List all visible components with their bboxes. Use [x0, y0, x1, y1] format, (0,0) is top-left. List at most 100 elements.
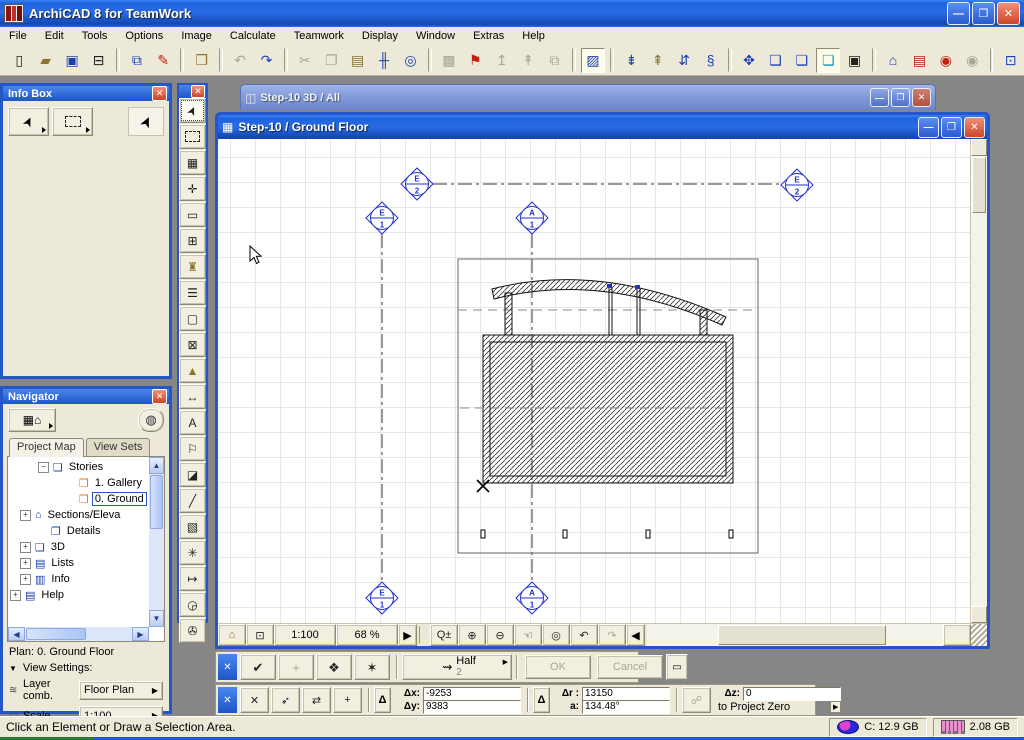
wall-tool[interactable]: ▦: [179, 150, 206, 175]
home-story-icon[interactable]: ⌂: [881, 48, 905, 73]
slab-tool[interactable]: ▢: [179, 306, 206, 331]
fill-tool[interactable]: ◪: [179, 462, 206, 487]
zoom-level-button[interactable]: Q±: [430, 624, 458, 646]
menu-item[interactable]: Help: [513, 29, 554, 43]
window-step10-3d[interactable]: ◫ Step-10 3D / All — ❐ ✕: [240, 84, 936, 110]
orbit-icon[interactable]: ✥: [737, 48, 761, 73]
menu-item[interactable]: File: [0, 29, 36, 43]
tree-vertical-scrollbar[interactable]: ▲ ▼: [149, 457, 164, 627]
menu-item[interactable]: Tools: [73, 29, 117, 43]
zoom-value-button[interactable]: 68 %: [336, 624, 398, 646]
globe-icon[interactable]: ◍: [138, 408, 164, 432]
copy-view-icon[interactable]: ❏: [763, 48, 787, 73]
toolbar-icon[interactable]: [427, 48, 432, 72]
expand-arrow-icon[interactable]: ▶: [830, 700, 842, 713]
photo-icon[interactable]: ▣: [842, 48, 866, 73]
undo-icon[interactable]: ↶: [228, 48, 252, 73]
marquee-mode-button[interactable]: [52, 107, 93, 136]
copy-icon[interactable]: ❐: [319, 48, 343, 73]
transfer-params-icon[interactable]: ↟: [516, 48, 540, 73]
redo-icon[interactable]: ↷: [254, 48, 278, 73]
grid-marker-A1[interactable]: A1: [515, 201, 549, 235]
scroll-down-button[interactable]: ▼: [149, 610, 164, 627]
menu-item[interactable]: Window: [407, 29, 464, 43]
previous-zoom-button[interactable]: ↶: [570, 624, 598, 646]
toolbar-icon[interactable]: [989, 48, 994, 72]
cancel-button[interactable]: Cancel: [597, 655, 663, 679]
collapse-triangle-icon[interactable]: ▼: [9, 664, 17, 673]
tree-item-info[interactable]: + ▥ Info: [8, 571, 149, 587]
tree-expander[interactable]: +: [10, 589, 21, 601]
ok-button[interactable]: OK: [525, 655, 591, 679]
scroll-left-button[interactable]: ◀: [626, 624, 645, 646]
grid-marker-E2[interactable]: E2: [400, 167, 434, 201]
origin-button[interactable]: ✕: [240, 687, 269, 713]
pan-button[interactable]: ☜: [514, 624, 542, 646]
zoom-decrease-icon[interactable]: ◉: [960, 48, 984, 73]
toolbar-icon[interactable]: [115, 48, 120, 72]
document-titlebar[interactable]: ▦ Step-10 / Ground Floor — ❐ ✕: [218, 115, 987, 139]
clean-wall-intersections-icon[interactable]: ▨: [580, 47, 606, 73]
close-button[interactable]: ✕: [912, 88, 931, 107]
paste-icon[interactable]: ▤: [345, 48, 369, 73]
tree-item-stories[interactable]: − ❏ Stories: [8, 459, 149, 475]
scroll-down-button[interactable]: [971, 606, 987, 623]
scrollbar-thumb[interactable]: [150, 475, 163, 529]
mesh-tool[interactable]: ▲: [179, 358, 206, 383]
close-icon[interactable]: ✕: [152, 389, 167, 404]
goto-story-icon[interactable]: ⇵: [672, 48, 696, 73]
scroll-left-button[interactable]: ◀: [8, 627, 25, 641]
tree-expander[interactable]: +: [20, 509, 31, 521]
duplicate-icon[interactable]: ⧉: [542, 48, 566, 73]
roof-tool[interactable]: ⊠: [179, 332, 206, 357]
arrow-mode-button[interactable]: ➤: [8, 107, 49, 136]
angle-field[interactable]: 134.48°: [582, 699, 670, 714]
scrollbar-thumb[interactable]: [26, 628, 86, 640]
dz-field[interactable]: 0: [743, 686, 841, 701]
toolbox-titlebar[interactable]: ✕: [179, 85, 206, 98]
object-tool[interactable]: ♜: [179, 254, 206, 279]
restore-button[interactable]: ❐: [972, 2, 995, 25]
toolbar-icon[interactable]: [180, 48, 185, 72]
tree-expander[interactable]: +: [20, 541, 31, 553]
angle-snap-button[interactable]: ✔: [240, 654, 276, 680]
coordbox-close-button[interactable]: ✕: [218, 687, 237, 713]
toolbar-icon[interactable]: [283, 48, 288, 72]
figure-tool[interactable]: ▧: [179, 514, 206, 539]
markup-pen-icon[interactable]: ✎: [151, 48, 175, 73]
relative-construction-button[interactable]: ⇝ Half 2 ▶: [402, 654, 512, 680]
scrollbar-thumb[interactable]: [718, 625, 886, 645]
window-tool[interactable]: ⊞: [179, 228, 206, 253]
save-icon[interactable]: ▣: [60, 48, 84, 73]
arrow-tool[interactable]: ➤: [179, 98, 206, 123]
menu-item[interactable]: Image: [172, 29, 221, 43]
next-zoom-button[interactable]: ↷: [598, 624, 626, 646]
minimize-button[interactable]: —: [947, 2, 970, 25]
label-tool[interactable]: ⚐: [179, 436, 206, 461]
print-icon[interactable]: ⊟: [86, 48, 110, 73]
tree-item-gallery[interactable]: ❒ 1. Gallery: [8, 475, 149, 491]
toolbar-icon[interactable]: [871, 48, 876, 72]
section-tool[interactable]: ◶: [179, 592, 206, 617]
delta-ra-toggle[interactable]: Δ: [533, 687, 550, 713]
menu-item[interactable]: Display: [353, 29, 407, 43]
navigator-titlebar[interactable]: Navigator ✕: [3, 389, 169, 404]
minimize-button[interactable]: —: [918, 116, 939, 138]
new-view-icon[interactable]: ❏: [790, 48, 814, 73]
project-chooser-button[interactable]: ▦⌂: [8, 408, 56, 432]
find-zoom-icon[interactable]: ◎: [398, 48, 422, 73]
offset-button[interactable]: +: [278, 654, 314, 680]
text-tool[interactable]: A: [179, 410, 206, 435]
marquee-tool[interactable]: [179, 124, 206, 149]
tree-item-lists[interactable]: + ▤ Lists: [8, 555, 149, 571]
quick-options-button[interactable]: ⌂: [218, 624, 246, 646]
grid-marker-E2[interactable]: E2: [780, 168, 814, 202]
scroll-right-button[interactable]: ▶: [132, 627, 149, 641]
new-icon[interactable]: ▯: [7, 48, 31, 73]
story-up-icon[interactable]: ⇞: [646, 48, 670, 73]
current-view-icon[interactable]: ❏: [816, 47, 841, 73]
story-down-icon[interactable]: ⇟: [619, 48, 643, 73]
stair-tool[interactable]: ☰: [179, 280, 206, 305]
zoom-out-button[interactable]: ⊖: [486, 624, 514, 646]
zoom-increase-icon[interactable]: ◉: [934, 48, 958, 73]
